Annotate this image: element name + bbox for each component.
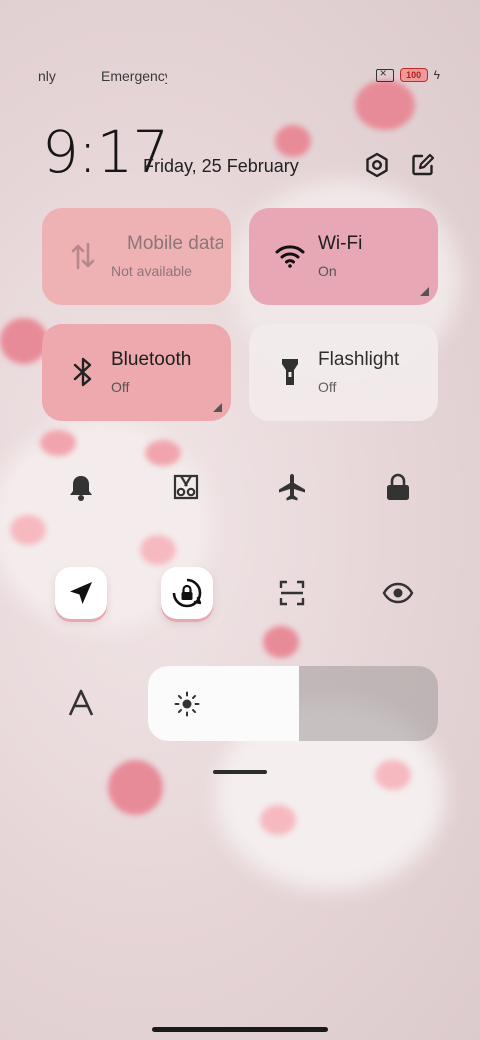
rotation-lock-icon	[172, 578, 202, 608]
carrier-label: nly	[38, 68, 56, 84]
brightness-slider[interactable]	[148, 666, 438, 741]
sun-icon	[174, 691, 200, 717]
expand-corner-icon	[213, 403, 222, 412]
tile-wifi-title: Wi-Fi	[318, 233, 363, 254]
charging-icon: ϟ	[433, 68, 440, 82]
auto-brightness-icon	[68, 689, 94, 716]
expand-corner-icon	[420, 287, 429, 296]
location-icon	[70, 582, 92, 604]
battery-icon: 100	[399, 68, 428, 82]
tile-bluetooth-status: Off	[111, 379, 130, 395]
airplane-icon	[279, 474, 305, 501]
sound-toggle[interactable]	[55, 461, 107, 513]
bell-icon	[70, 476, 92, 501]
no-sim-icon	[375, 66, 394, 82]
edit-icon	[412, 153, 435, 176]
carrier-label-emergency: Emergency	[101, 68, 167, 84]
tile-mobile-data-status: Not available	[111, 263, 192, 279]
tile-wifi-status: On	[318, 263, 337, 279]
tile-wifi[interactable]: Wi-Fi On	[249, 208, 438, 305]
settings-button[interactable]	[362, 150, 392, 180]
rotation-lock-toggle[interactable]	[161, 567, 213, 619]
wifi-icon	[275, 241, 305, 271]
screenshot-icon	[173, 474, 199, 500]
settings-icon	[366, 152, 388, 178]
tile-bluetooth-title: Bluetooth	[111, 349, 192, 370]
edit-button[interactable]	[408, 150, 438, 180]
tile-flashlight-title: Flashlight	[318, 349, 400, 370]
tile-mobile-data-title: Mobile data	[127, 233, 223, 254]
tile-mobile-data[interactable]: Mobile data Not available	[42, 208, 231, 305]
scanner-toggle[interactable]	[266, 567, 318, 619]
airplane-mode-toggle[interactable]	[266, 461, 318, 513]
date-label: Friday, 25 February	[143, 156, 299, 176]
lock-icon	[387, 473, 409, 500]
tile-flashlight[interactable]: Flashlight Off	[249, 324, 438, 421]
location-toggle[interactable]	[55, 567, 107, 619]
lock-screen-toggle[interactable]	[372, 461, 424, 513]
mobile-data-icon	[68, 241, 98, 271]
status-bar: nly Emergency 100 ϟ	[0, 66, 480, 88]
scanner-icon	[279, 580, 305, 606]
screenshot-toggle[interactable]	[160, 461, 212, 513]
brightness-slider-fill	[148, 666, 299, 741]
tile-bluetooth[interactable]: Bluetooth Off	[42, 324, 231, 421]
reading-mode-toggle[interactable]	[372, 567, 424, 619]
flashlight-icon	[275, 357, 305, 387]
tile-flashlight-status: Off	[318, 379, 337, 395]
bluetooth-icon	[68, 357, 98, 387]
auto-brightness-button[interactable]	[55, 677, 107, 729]
eye-icon	[382, 582, 414, 604]
home-indicator[interactable]	[152, 1027, 328, 1032]
collapse-handle[interactable]	[213, 770, 267, 774]
